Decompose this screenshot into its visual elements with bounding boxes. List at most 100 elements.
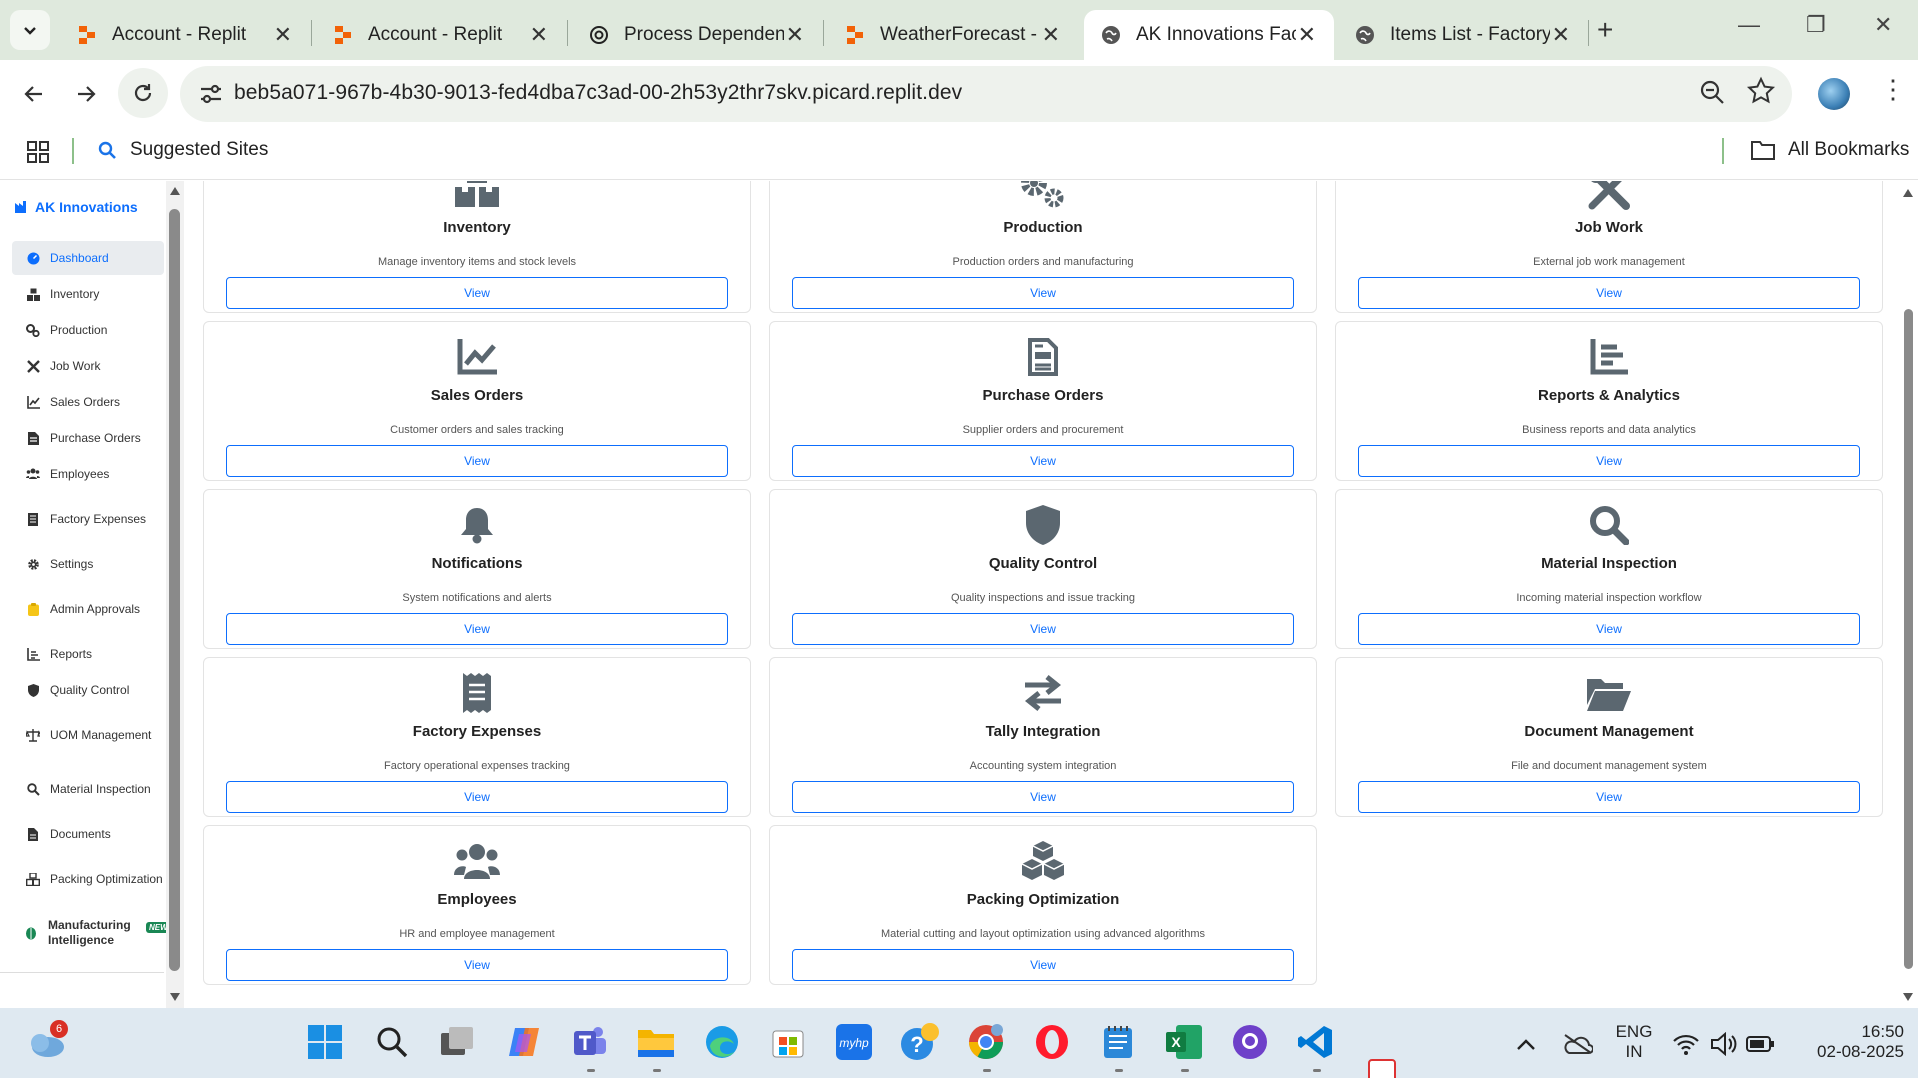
sidebar-item-purchase-orders[interactable]: Purchase Orders	[12, 421, 164, 455]
card-title: Material Inspection	[1541, 555, 1677, 572]
opera-icon[interactable]	[1032, 1022, 1072, 1062]
browser-tab[interactable]: WeatherForecast - ✕	[828, 10, 1078, 60]
wifi-icon[interactable]	[1668, 1026, 1704, 1062]
view-employees-button[interactable]: View	[226, 949, 728, 981]
copilot-icon[interactable]	[504, 1022, 544, 1062]
view-purchase-orders-button[interactable]: View	[792, 445, 1294, 477]
sidebar-item-sales-orders[interactable]: Sales Orders	[12, 385, 164, 419]
close-icon[interactable]: ✕	[1296, 22, 1318, 48]
browser-tab[interactable]: Items List - Factory ✕	[1338, 10, 1588, 60]
view-factory-expenses-button[interactable]: View	[226, 781, 728, 813]
battery-icon[interactable]	[1742, 1026, 1778, 1062]
sidebar-item-settings[interactable]: Settings	[12, 547, 164, 581]
zoom-icon[interactable]	[1698, 78, 1726, 106]
sidebar-scrollbar[interactable]	[166, 181, 184, 1008]
close-icon[interactable]: ✕	[528, 22, 550, 48]
reload-icon[interactable]	[118, 68, 168, 118]
notepad-icon[interactable]	[1098, 1022, 1138, 1062]
view-notifications-button[interactable]: View	[226, 613, 728, 645]
snipping-tool-icon[interactable]	[1362, 1058, 1402, 1078]
sidebar-item-admin-approvals[interactable]: Admin Approvals	[12, 592, 164, 626]
chevron-up-icon[interactable]	[1508, 1026, 1544, 1062]
sidebar-item-documents[interactable]: Documents	[12, 817, 164, 851]
scroll-up-arrow-icon[interactable]	[170, 187, 180, 195]
sidebar-item-production[interactable]: Production	[12, 313, 164, 347]
onedrive-icon[interactable]	[1558, 1026, 1598, 1062]
back-icon[interactable]	[18, 78, 50, 110]
sidebar-item-quality-control[interactable]: Quality Control	[12, 673, 164, 707]
sidebar-item-dashboard[interactable]: Dashboard	[12, 241, 164, 275]
browser-tab[interactable]: Account - Replit ✕	[316, 10, 566, 60]
file-explorer-icon[interactable]	[636, 1022, 676, 1062]
view-material-inspection-button[interactable]: View	[1358, 613, 1860, 645]
close-icon[interactable]: ✕	[1040, 22, 1062, 48]
windows-start-icon[interactable]	[305, 1022, 345, 1062]
volume-icon[interactable]	[1706, 1026, 1742, 1062]
sidebar-item-material-inspection[interactable]: Material Inspection	[12, 772, 164, 806]
new-tab-icon[interactable]: +	[1597, 14, 1613, 46]
tab-title: Account - Replit	[368, 24, 503, 45]
scroll-down-arrow-icon[interactable]	[1903, 993, 1913, 1001]
window-close-icon[interactable]: ✕	[1874, 12, 1892, 38]
view-inventory-button[interactable]: View	[226, 277, 728, 309]
browser-tab-strip: Account - Replit ✕ Account - Replit ✕ Pr…	[0, 0, 1918, 60]
more-menu-icon[interactable]: ⋮	[1880, 74, 1906, 105]
teams-icon[interactable]	[570, 1022, 610, 1062]
url-text[interactable]: beb5a071-967b-4b30-9013-fed4dba7c3ad-00-…	[234, 81, 962, 105]
browser-tab[interactable]: Account - Replit ✕	[60, 10, 310, 60]
card-title: Notifications	[431, 555, 523, 572]
close-icon[interactable]: ✕	[1550, 22, 1572, 48]
search-icon[interactable]	[372, 1022, 412, 1062]
all-bookmarks-button[interactable]: All Bookmarks	[1750, 139, 1909, 161]
bookmark-star-icon[interactable]	[1746, 76, 1776, 106]
site-settings-icon[interactable]	[198, 81, 224, 107]
sidebar-item-employees[interactable]: Employees	[12, 457, 164, 491]
clock[interactable]: 16:50 02-08-2025	[1792, 1022, 1904, 1062]
view-job-work-button[interactable]: View	[1358, 277, 1860, 309]
main-scrollbar[interactable]	[1898, 181, 1918, 1008]
scrollbar-thumb[interactable]	[1904, 309, 1913, 969]
language-indicator[interactable]: ENG IN	[1612, 1022, 1656, 1062]
view-quality-control-button[interactable]: View	[792, 613, 1294, 645]
forward-icon[interactable]	[70, 78, 102, 110]
chrome-icon[interactable]	[966, 1022, 1006, 1062]
restore-icon[interactable]: ❐	[1806, 12, 1826, 38]
card-title: Production	[1003, 219, 1083, 236]
sidebar-item-packing-optimization[interactable]: Packing Optimization	[12, 862, 164, 896]
browser-tab-active[interactable]: AK Innovations Fac ✕	[1084, 10, 1334, 60]
sidebar-item-reports[interactable]: Reports	[12, 637, 164, 671]
scroll-down-arrow-icon[interactable]	[170, 993, 180, 1001]
scroll-up-arrow-icon[interactable]	[1903, 189, 1913, 197]
scrollbar-thumb[interactable]	[169, 209, 180, 971]
sidebar-item-job-work[interactable]: Job Work	[12, 349, 164, 383]
view-document-management-button[interactable]: View	[1358, 781, 1860, 813]
vscode-icon[interactable]	[1296, 1022, 1336, 1062]
view-tally-integration-button[interactable]: View	[792, 781, 1294, 813]
sidebar-item-manufacturing-intelligence[interactable]: Manufacturing Intelligence NEW	[12, 911, 171, 955]
close-icon[interactable]: ✕	[272, 22, 294, 48]
microsoft-store-icon[interactable]	[768, 1022, 808, 1062]
task-view-icon[interactable]	[438, 1022, 478, 1062]
view-production-button[interactable]: View	[792, 277, 1294, 309]
github-desktop-icon[interactable]	[1230, 1022, 1270, 1062]
apps-grid-icon[interactable]	[26, 140, 50, 164]
bell-icon	[204, 504, 750, 546]
view-packing-optimization-button[interactable]: View	[792, 949, 1294, 981]
bookmark-suggested-sites[interactable]: Suggested Sites	[98, 139, 268, 161]
tab-search-button[interactable]	[10, 10, 50, 50]
myhp-icon[interactable]: myhp	[834, 1022, 874, 1062]
sidebar-item-inventory[interactable]: Inventory	[12, 277, 164, 311]
browser-tab[interactable]: Process Dependen ✕	[572, 10, 822, 60]
brand[interactable]: AK Innovations	[15, 199, 138, 215]
edge-icon[interactable]	[702, 1022, 742, 1062]
view-reports-button[interactable]: View	[1358, 445, 1860, 477]
view-sales-orders-button[interactable]: View	[226, 445, 728, 477]
close-icon[interactable]: ✕	[784, 22, 806, 48]
excel-icon[interactable]: X	[1164, 1022, 1204, 1062]
sidebar-item-uom-management[interactable]: UOM Management	[12, 718, 164, 752]
minimize-icon[interactable]: —	[1738, 12, 1760, 38]
omnibox[interactable]: beb5a071-967b-4b30-9013-fed4dba7c3ad-00-…	[180, 66, 1792, 122]
sidebar-item-factory-expenses[interactable]: Factory Expenses	[12, 502, 164, 536]
profile-avatar[interactable]	[1818, 78, 1850, 110]
get-help-icon[interactable]: ?	[900, 1022, 940, 1062]
